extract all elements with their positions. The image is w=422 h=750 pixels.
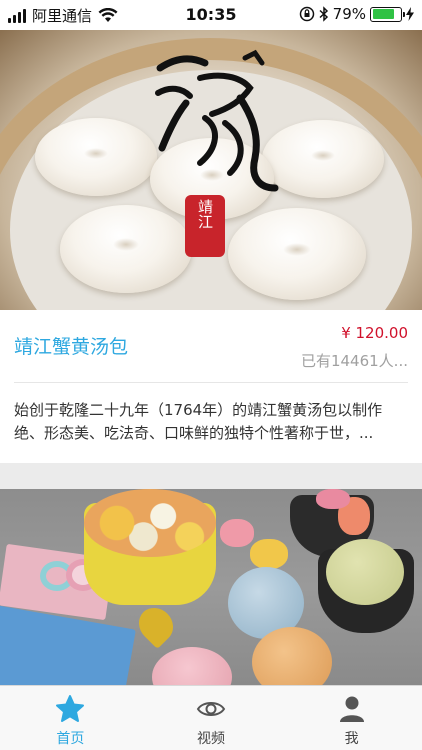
seal-stamp: 靖江 [185,195,225,257]
product-image[interactable]: 靖江 [0,30,422,310]
macaron [220,519,254,547]
card-separator [0,463,422,489]
orientation-lock-icon [299,6,314,22]
heart-chocolate [131,600,181,650]
bluetooth-icon [319,6,328,22]
star-icon [56,695,85,722]
charging-bolt-icon [406,7,414,21]
flowers [84,489,216,557]
eye-icon [196,702,226,716]
soup-dumpling [228,208,366,300]
soup-dumpling [262,120,384,198]
battery-icon [370,6,405,22]
product-title[interactable]: 靖江蟹黄汤包 [14,332,128,359]
product-description: 始创于乾隆二十九年（1764年）的靖江蟹黄汤包以制作绝、形态美、吃法奇、口味鲜的… [14,401,383,442]
soup-dumpling [60,205,192,293]
battery-fill [372,9,394,19]
tab-home[interactable]: 首页 [0,686,141,750]
tab-label: 我 [344,731,359,747]
calligraphy-logo [155,49,279,192]
status-bar: 阿里通信 10:35 79% [0,0,422,30]
tab-video[interactable]: 视频 [141,686,282,750]
product-price: ¥ 120.00 [341,324,408,342]
status-right: 79% [299,5,414,23]
tab-bar: 首页 视频 我 [0,685,422,750]
seal-text: 靖江 [196,199,214,229]
sold-count: 已有14461人... [300,352,408,370]
product-info: 靖江蟹黄汤包 ¥ 120.00 已有14461人... [0,310,422,382]
battery-percent: 79% [332,5,366,23]
tab-me[interactable]: 我 [281,686,422,750]
macaron [316,489,350,509]
person-icon [339,696,364,722]
soup-dumpling [35,118,157,196]
pastel-egg [252,627,332,685]
pastel-egg [326,539,404,605]
tab-label: 首页 [56,731,85,747]
product-card[interactable] [0,489,422,685]
macaron [250,539,288,569]
product-image[interactable] [0,489,422,685]
product-card[interactable]: 靖江 靖江蟹黄汤包 ¥ 120.00 已有14461人... 始创于乾隆二十九年… [0,30,422,463]
tab-label: 视频 [197,731,225,747]
soap-box [0,605,136,685]
pastel-egg [152,647,232,685]
product-feed[interactable]: 靖江 靖江蟹黄汤包 ¥ 120.00 已有14461人... 始创于乾隆二十九年… [0,30,422,685]
